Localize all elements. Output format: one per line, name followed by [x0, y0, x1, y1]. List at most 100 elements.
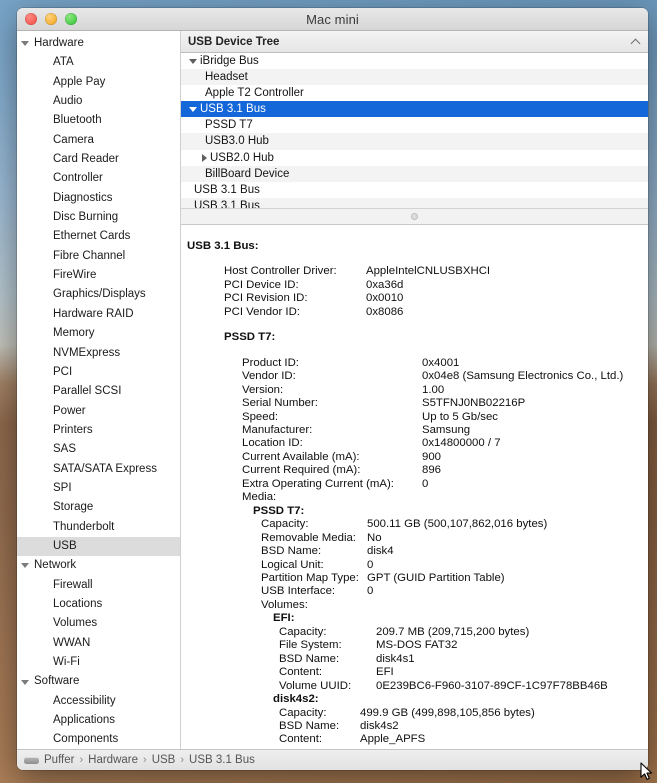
- sidebar-item-label: SAS: [53, 443, 77, 456]
- tree-row-ibridge-bus[interactable]: iBridge Bus: [181, 53, 648, 69]
- sidebar-item-label: Controller: [53, 172, 103, 185]
- detail-key: Current Available (mA):: [242, 450, 360, 463]
- tree-row-usb-3-1-bus-3[interactable]: USB 3.1 Bus: [181, 197, 648, 208]
- sidebar-item-power[interactable]: Power: [17, 402, 180, 421]
- sidebar-item-components[interactable]: Components: [17, 730, 180, 749]
- tree-row-usb2-0-hub[interactable]: USB2.0 Hub: [181, 150, 648, 166]
- pane-splitter[interactable]: [181, 208, 648, 225]
- sidebar-item-card-reader[interactable]: Card Reader: [17, 150, 180, 169]
- sidebar-item-graphics-displays[interactable]: Graphics/Displays: [17, 285, 180, 304]
- sidebar-item-controller[interactable]: Controller: [17, 169, 180, 188]
- detail-value: 0: [422, 477, 429, 490]
- tree-row-usb-3-1-bus-selected[interactable]: USB 3.1 Bus: [181, 101, 648, 118]
- sidebar-item-accessibility[interactable]: Accessibility: [17, 692, 180, 711]
- detail-row-efi-content: Content: EFI: [181, 666, 648, 679]
- sidebar-group-software[interactable]: Software: [17, 672, 180, 691]
- sidebar-item-firewire[interactable]: FireWire: [17, 266, 180, 285]
- sidebar-item-locations[interactable]: Locations: [17, 595, 180, 614]
- sidebar-item-apple-pay[interactable]: Apple Pay: [17, 73, 180, 92]
- sidebar-item-sata-sata-express[interactable]: SATA/SATA Express: [17, 460, 180, 479]
- sidebar-item-diagnostics[interactable]: Diagnostics: [17, 189, 180, 208]
- sidebar-item-wwan[interactable]: WWAN: [17, 634, 180, 653]
- disclosure-triangle-down-icon[interactable]: [189, 58, 197, 64]
- close-button[interactable]: [25, 13, 37, 25]
- disclosure-triangle-down-icon[interactable]: [21, 41, 29, 47]
- detail-media-label: Media:: [242, 491, 277, 504]
- sidebar-item-applications[interactable]: Applications: [17, 711, 180, 730]
- sidebar-item-storage[interactable]: Storage: [17, 498, 180, 517]
- detail-row-removable-media: Removable Media: No: [181, 532, 648, 545]
- sidebar-item-sas[interactable]: SAS: [17, 440, 180, 459]
- tree-row-usb-3-1-bus-2[interactable]: USB 3.1 Bus: [181, 182, 648, 198]
- detail-row-extra-operating-current: Extra Operating Current (mA): 0: [181, 478, 648, 491]
- minimize-button[interactable]: [45, 13, 57, 25]
- sidebar-item-camera[interactable]: Camera: [17, 131, 180, 150]
- breadcrumb-separator: ›: [79, 754, 84, 766]
- usb-device-tree-list[interactable]: iBridge Bus Headset Apple T2 Controller …: [181, 53, 648, 208]
- sidebar-item-ethernet-cards[interactable]: Ethernet Cards: [17, 227, 180, 246]
- sidebar-item-label: PCI: [53, 365, 73, 378]
- disclosure-triangle-right-icon[interactable]: [202, 153, 207, 162]
- detail-value: AppleIntelCNLUSBXHCI: [366, 265, 491, 278]
- window-titlebar[interactable]: Mac mini: [17, 8, 648, 31]
- sidebar-item-ata[interactable]: ATA: [17, 53, 180, 72]
- sidebar-item-volumes[interactable]: Volumes: [17, 614, 180, 633]
- splitter-knob-icon[interactable]: [411, 213, 418, 220]
- tree-row-usb3-0-hub[interactable]: USB3.0 Hub: [181, 133, 648, 150]
- detail-value: MS-DOS FAT32: [376, 639, 458, 652]
- disclosure-triangle-down-icon[interactable]: [21, 563, 29, 569]
- sidebar-item-printers[interactable]: Printers: [17, 421, 180, 440]
- tree-row-pssd-t7[interactable]: PSSD T7: [181, 117, 648, 133]
- breadcrumb-machine[interactable]: Puffer: [44, 754, 74, 766]
- detail-row-manufacturer: Manufacturer: Samsung: [181, 424, 648, 437]
- sidebar-group-network[interactable]: Network: [17, 556, 180, 575]
- sidebar-item-memory[interactable]: Memory: [17, 324, 180, 343]
- chevron-up-icon[interactable]: [630, 36, 642, 48]
- sidebar-item-label: Diagnostics: [53, 191, 113, 204]
- tree-row-label: USB2.0 Hub: [210, 151, 274, 164]
- detail-value: 900: [422, 450, 442, 463]
- breadcrumb-usb[interactable]: USB: [152, 754, 176, 766]
- detail-row-current-available: Current Available (mA): 900: [181, 451, 648, 464]
- sidebar-item-thunderbolt[interactable]: Thunderbolt: [17, 518, 180, 537]
- breadcrumb-hardware[interactable]: Hardware: [88, 754, 138, 766]
- sidebar-item-disc-burning[interactable]: Disc Burning: [17, 208, 180, 227]
- sidebar-item-fibre-channel[interactable]: Fibre Channel: [17, 247, 180, 266]
- mac-mini-icon: [24, 756, 39, 764]
- detail-value: EFI: [376, 666, 394, 679]
- sidebar[interactable]: Hardware ATA Apple Pay Audio Bluetooth C…: [17, 31, 181, 749]
- detail-key: Speed:: [242, 410, 279, 423]
- tree-row-apple-t2-controller[interactable]: Apple T2 Controller: [181, 85, 648, 101]
- sidebar-item-spi[interactable]: SPI: [17, 479, 180, 498]
- detail-row-pci-revision-id: PCI Revision ID: 0x0010: [181, 292, 648, 305]
- sidebar-item-label: Memory: [53, 327, 95, 340]
- tree-row-headset[interactable]: Headset: [181, 69, 648, 86]
- maximize-button[interactable]: [65, 13, 77, 25]
- sidebar-item-wi-fi[interactable]: Wi-Fi: [17, 653, 180, 672]
- sidebar-item-label: WWAN: [53, 636, 91, 649]
- sidebar-item-usb[interactable]: USB: [17, 536, 180, 557]
- window-traffic-lights: [25, 8, 77, 30]
- disclosure-triangle-down-icon[interactable]: [189, 106, 197, 112]
- detail-value: 0x4001: [422, 356, 460, 369]
- tree-row-billboard-device[interactable]: BillBoard Device: [181, 165, 648, 182]
- sidebar-item-audio[interactable]: Audio: [17, 92, 180, 111]
- detail-row-speed: Speed: Up to 5 Gb/sec: [181, 411, 648, 424]
- breadcrumb-separator: ›: [180, 754, 185, 766]
- sidebar-item-bluetooth[interactable]: Bluetooth: [17, 111, 180, 130]
- breadcrumb-usb-3-1-bus[interactable]: USB 3.1 Bus: [189, 754, 255, 766]
- detail-value: disk4s1: [376, 652, 415, 665]
- disclosure-triangle-down-icon[interactable]: [21, 679, 29, 685]
- sidebar-item-label: Graphics/Displays: [53, 288, 146, 301]
- detail-volumes-label: Volumes:: [261, 598, 308, 611]
- sidebar-item-parallel-scsi[interactable]: Parallel SCSI: [17, 382, 180, 401]
- sidebar-item-firewall[interactable]: Firewall: [17, 576, 180, 595]
- detail-value: 1.00: [422, 383, 445, 396]
- sidebar-item-nvmexpress[interactable]: NVMExpress: [17, 344, 180, 363]
- detail-row-efi-volume-uuid: Volume UUID: 0E239BC6-F960-3107-89CF-1C9…: [181, 680, 648, 693]
- sidebar-group-hardware[interactable]: Hardware: [17, 34, 180, 53]
- sidebar-item-pci[interactable]: PCI: [17, 363, 180, 382]
- detail-row-usb-interface: USB Interface: 0: [181, 585, 648, 598]
- usb-device-tree-header[interactable]: USB Device Tree: [181, 31, 648, 53]
- sidebar-item-hardware-raid[interactable]: Hardware RAID: [17, 305, 180, 324]
